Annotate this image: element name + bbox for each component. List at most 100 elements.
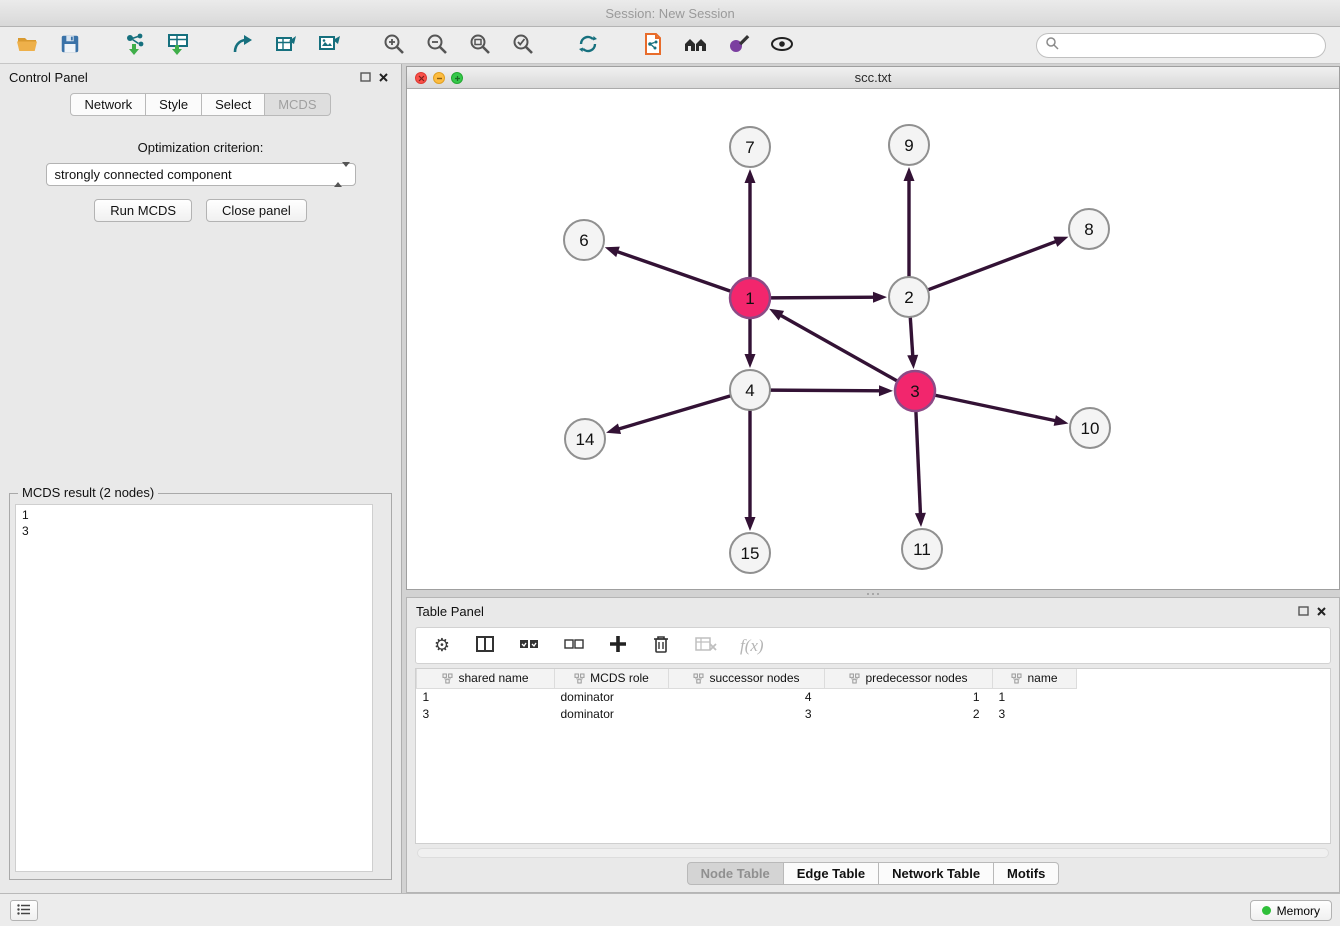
- column-header-name[interactable]: name: [993, 669, 1077, 688]
- tab-style[interactable]: Style: [146, 93, 202, 116]
- style-painter-button[interactable]: [724, 30, 754, 60]
- zoom-out-button[interactable]: [422, 30, 452, 60]
- export-image-button[interactable]: [314, 30, 344, 60]
- column-header-successor-nodes[interactable]: successor nodes: [669, 669, 825, 688]
- function-builder-button[interactable]: f(x): [740, 636, 764, 656]
- table-cell[interactable]: dominator: [555, 688, 669, 705]
- table-cell[interactable]: 4: [669, 688, 825, 705]
- network-window-titlebar[interactable]: scc.txt: [407, 67, 1339, 89]
- table-cell[interactable]: 1: [417, 688, 555, 705]
- table-cell[interactable]: dominator: [555, 705, 669, 722]
- table-cell[interactable]: 2: [825, 705, 993, 722]
- graph-node-14[interactable]: 14: [565, 419, 605, 459]
- close-table-panel-icon[interactable]: [1312, 603, 1330, 619]
- window-titlebar[interactable]: Session: New Session: [0, 0, 1340, 27]
- show-columns-button[interactable]: [474, 635, 496, 657]
- table-cell[interactable]: 1: [825, 688, 993, 705]
- tab-select[interactable]: Select: [202, 93, 265, 116]
- tab-node-table[interactable]: Node Table: [687, 862, 784, 885]
- network-canvas[interactable]: 7 9 6 8 1 2 4 3 10 14 15 11: [407, 89, 1339, 589]
- save-session-button[interactable]: [55, 30, 85, 60]
- table-cell[interactable]: 1: [993, 688, 1077, 705]
- horizontal-scrollbar[interactable]: [417, 848, 1329, 858]
- session-document-button[interactable]: [638, 30, 668, 60]
- delete-table-button[interactable]: [693, 635, 719, 657]
- graph-edge-3-11[interactable]: [916, 411, 921, 517]
- graph-node-7[interactable]: 7: [730, 127, 770, 167]
- import-table-icon: [166, 32, 190, 59]
- float-table-panel-icon[interactable]: [1294, 603, 1312, 619]
- tab-network[interactable]: Network: [70, 93, 146, 116]
- create-column-button[interactable]: [607, 635, 629, 657]
- memory-button[interactable]: Memory: [1250, 900, 1332, 921]
- close-window-icon[interactable]: [415, 72, 427, 84]
- result-item[interactable]: 3: [22, 523, 372, 539]
- graph-node-3[interactable]: 3: [895, 371, 935, 411]
- graph-arrowhead: [745, 169, 756, 183]
- graph-node-1[interactable]: 1: [730, 278, 770, 318]
- node-table-head-row: shared nameMCDS rolesuccessor nodesprede…: [417, 669, 1331, 688]
- optimization-dropdown[interactable]: strongly connected component: [46, 163, 356, 186]
- graph-edge-1-6[interactable]: [614, 251, 731, 292]
- table-cell[interactable]: 3: [417, 705, 555, 722]
- export-table-button[interactable]: [271, 30, 301, 60]
- run-mcds-button[interactable]: Run MCDS: [94, 199, 192, 222]
- column-header-shared-name[interactable]: shared name: [417, 669, 555, 688]
- graph-node-9[interactable]: 9: [889, 125, 929, 165]
- maximize-window-icon[interactable]: [451, 72, 463, 84]
- result-item[interactable]: 1: [22, 507, 372, 523]
- apply-layout-button[interactable]: [573, 30, 603, 60]
- table-cell[interactable]: 3: [993, 705, 1077, 722]
- column-header-MCDS-role[interactable]: MCDS role: [555, 669, 669, 688]
- search-input[interactable]: [1064, 38, 1317, 53]
- graph-node-2[interactable]: 2: [889, 277, 929, 317]
- tab-edge-table[interactable]: Edge Table: [784, 862, 879, 885]
- graph-node-8[interactable]: 8: [1069, 209, 1109, 249]
- zoom-selected-button[interactable]: [508, 30, 538, 60]
- graph-edge-2-3[interactable]: [910, 317, 913, 359]
- tab-mcds[interactable]: MCDS: [265, 93, 330, 116]
- network-graph: 7 9 6 8 1 2 4 3 10 14 15 11: [407, 89, 1339, 589]
- graph-edge-4-3[interactable]: [770, 390, 883, 391]
- horizontal-splitter[interactable]: [406, 592, 1340, 596]
- float-panel-icon[interactable]: [356, 69, 374, 85]
- close-panel-icon[interactable]: [374, 69, 392, 85]
- network-analyzer-button[interactable]: [681, 30, 711, 60]
- mcds-result-list[interactable]: 13: [15, 504, 373, 872]
- table-settings-button[interactable]: ⚙: [431, 635, 453, 657]
- unselect-all-columns-button[interactable]: [562, 635, 586, 657]
- table-row[interactable]: 1dominator411: [417, 688, 1331, 705]
- graph-node-11[interactable]: 11: [902, 529, 942, 569]
- graph-node-6[interactable]: 6: [564, 220, 604, 260]
- open-session-button[interactable]: [12, 30, 42, 60]
- import-table-button[interactable]: [163, 30, 193, 60]
- graph-edge-2-8[interactable]: [928, 240, 1059, 290]
- tab-network-table[interactable]: Network Table: [879, 862, 994, 885]
- minimize-window-icon[interactable]: [433, 72, 445, 84]
- graph-edge-1-2[interactable]: [770, 297, 877, 298]
- select-all-columns-button[interactable]: [517, 635, 541, 657]
- graph-node-10[interactable]: 10: [1070, 408, 1110, 448]
- zoom-fit-button[interactable]: [465, 30, 495, 60]
- show-panels-button[interactable]: [10, 900, 38, 921]
- column-header-predecessor-nodes[interactable]: predecessor nodes: [825, 669, 993, 688]
- graph-node-15[interactable]: 15: [730, 533, 770, 573]
- search-box[interactable]: [1036, 33, 1326, 58]
- toggle-visibility-button[interactable]: [767, 30, 797, 60]
- export-network-button[interactable]: [228, 30, 258, 60]
- graph-edge-4-14[interactable]: [616, 396, 731, 430]
- table-row[interactable]: 3dominator323: [417, 705, 1331, 722]
- import-network-button[interactable]: [120, 30, 150, 60]
- zoom-in-button[interactable]: [379, 30, 409, 60]
- close-panel-button[interactable]: Close panel: [206, 199, 307, 222]
- zoom-selected-icon: [511, 32, 535, 59]
- svg-text:6: 6: [579, 231, 588, 250]
- graph-node-4[interactable]: 4: [730, 370, 770, 410]
- table-cell[interactable]: 3: [669, 705, 825, 722]
- tab-motifs[interactable]: Motifs: [994, 862, 1059, 885]
- delete-column-button[interactable]: [650, 635, 672, 657]
- graph-edge-3-10[interactable]: [935, 395, 1059, 421]
- status-bar: Memory: [0, 893, 1340, 926]
- control-panel-tabs: NetworkStyleSelectMCDS: [0, 93, 401, 116]
- graph-edge-3-1[interactable]: [778, 314, 898, 381]
